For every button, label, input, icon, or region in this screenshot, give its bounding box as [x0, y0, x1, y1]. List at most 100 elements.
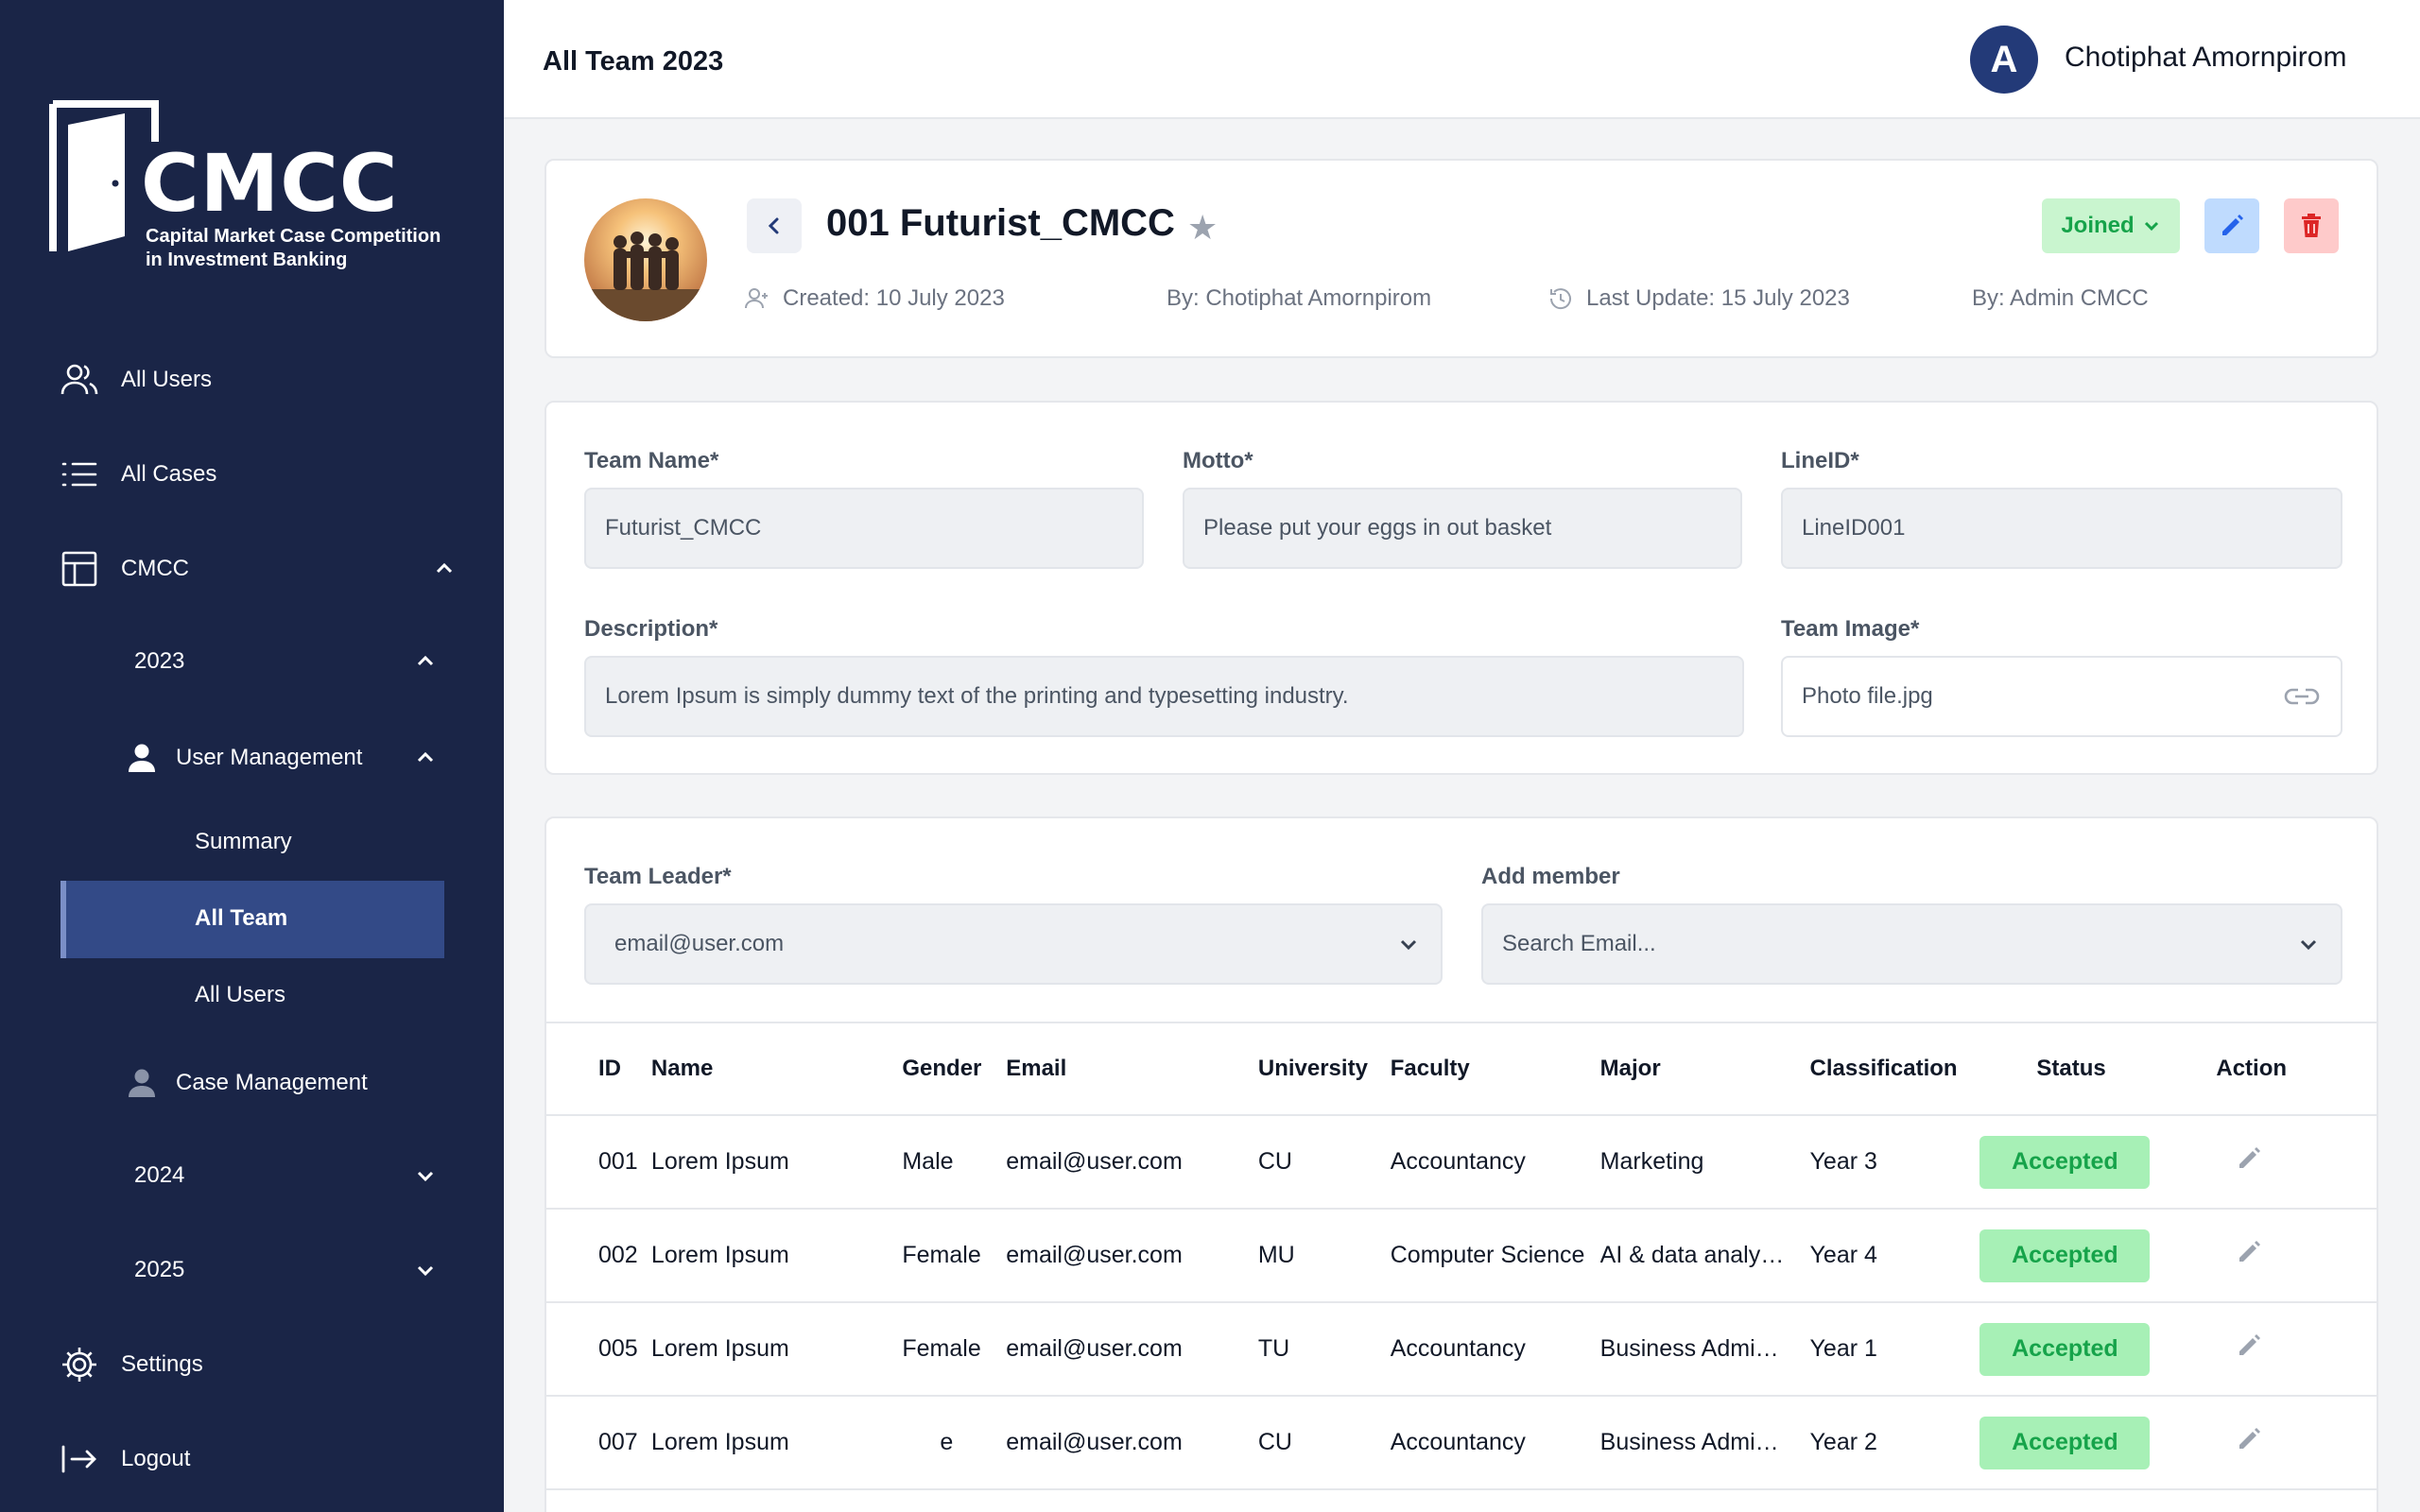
- joined-status-dropdown[interactable]: Joined: [2042, 198, 2180, 253]
- col-header-action: Action: [2159, 1022, 2377, 1115]
- cell-major: Marketing: [1600, 1115, 1810, 1209]
- add-member-placeholder: Search Email...: [1502, 931, 1656, 957]
- delete-button[interactable]: [2284, 198, 2339, 253]
- cell-status: Accepted: [1979, 1209, 2159, 1302]
- cell-university: CU: [1258, 1396, 1391, 1489]
- sidebar-item-all-users[interactable]: All Users: [59, 359, 212, 401]
- table-row: 001 Lorem Ipsum Male email@user.com CU A…: [546, 1115, 2377, 1209]
- cmcc-logo: CMCC Capital Market Case Competition in …: [49, 100, 465, 280]
- cell-major-text: Marketing: [1600, 1148, 1704, 1176]
- sidebar-item-label: Settings: [121, 1351, 203, 1378]
- cell-action: [2159, 1115, 2377, 1209]
- team-image-value: Photo file.jpg: [1802, 683, 1933, 710]
- team-photo: [584, 198, 707, 321]
- team-image-label: Team Image*: [1781, 616, 1919, 643]
- trash-icon: [2299, 213, 2324, 239]
- last-update-date: Last Update: 15 July 2023: [1586, 285, 1850, 312]
- sidebar-item-user-management[interactable]: User Management: [121, 737, 437, 779]
- motto-field[interactable]: Please put your eggs in out basket: [1183, 488, 1742, 569]
- status-badge: Accepted: [1979, 1136, 2150, 1189]
- cell-name: Lorem Ipsum: [651, 1396, 902, 1489]
- description-label: Description*: [584, 616, 717, 643]
- sidebar-item-2024[interactable]: 2024: [134, 1162, 437, 1189]
- edit-button[interactable]: [2204, 198, 2259, 253]
- cell-email: email@user.com: [1006, 1396, 1258, 1489]
- chevron-up-icon: [433, 558, 456, 580]
- members-card: Team Leader* email@user.com Add member S…: [544, 816, 2378, 1512]
- sidebar-item-logout[interactable]: Logout: [59, 1438, 190, 1480]
- updated-by: By: Admin CMCC: [1972, 285, 2149, 312]
- cell-status: Accepted: [1979, 1396, 2159, 1489]
- team-leader-label: Team Leader*: [584, 864, 732, 890]
- cell-major-text: AI & data analytics: [1600, 1242, 1788, 1269]
- logo-subtitle-line2: in Investment Banking: [146, 249, 441, 272]
- sidebar-item-label: Case Management: [176, 1070, 368, 1096]
- sidebar-item-all-users-sub[interactable]: All Users: [195, 982, 285, 1008]
- col-header-id: ID: [546, 1022, 651, 1115]
- sidebar-item-all-cases[interactable]: All Cases: [59, 454, 216, 495]
- cell-action: [2159, 1302, 2377, 1396]
- cell-id: 001: [546, 1115, 651, 1209]
- gear-icon: [59, 1344, 100, 1385]
- star-icon[interactable]: ★: [1187, 208, 1218, 248]
- created-by: By: Chotiphat Amornpirom: [1167, 285, 1431, 312]
- team-image-field[interactable]: Photo file.jpg: [1781, 656, 2342, 737]
- table-header-row: ID Name Gender Email University Faculty …: [546, 1022, 2377, 1115]
- sidebar-item-summary[interactable]: Summary: [195, 829, 292, 855]
- link-icon[interactable]: [2284, 686, 2320, 707]
- table-row: 005 Lorem Ipsum Female email@user.com TU…: [546, 1302, 2377, 1396]
- cell-gender: e: [902, 1396, 1006, 1489]
- logout-icon: [59, 1438, 100, 1480]
- motto-value: Please put your eggs in out basket: [1203, 515, 1551, 541]
- pencil-icon[interactable]: [2235, 1238, 2263, 1266]
- sidebar-item-cmcc[interactable]: CMCC: [59, 548, 437, 590]
- pencil-icon[interactable]: [2235, 1425, 2263, 1453]
- cell-faculty: Accountancy: [1391, 1396, 1600, 1489]
- col-header-university: University: [1258, 1022, 1391, 1115]
- cell-gender: Female: [902, 1209, 1006, 1302]
- chevron-up-icon: [414, 650, 437, 673]
- sidebar-item-2023[interactable]: 2023: [134, 648, 437, 675]
- col-header-gender: Gender: [902, 1022, 1006, 1115]
- cell-major: Business Administration: [1600, 1302, 1810, 1396]
- cell-status: Accepted: [1979, 1302, 2159, 1396]
- pencil-icon[interactable]: [2235, 1144, 2263, 1173]
- layout-icon: [59, 548, 100, 590]
- created-meta: Created: 10 July 2023: [745, 285, 1005, 312]
- cell-action: [2159, 1396, 2377, 1489]
- cell-email: email@user.com: [1006, 1209, 1258, 1302]
- last-update-meta: Last Update: 15 July 2023: [1548, 285, 1850, 312]
- add-member-label: Add member: [1481, 864, 1620, 890]
- sidebar-item-2025[interactable]: 2025: [134, 1257, 437, 1283]
- cell-classification: Year 4: [1810, 1209, 1980, 1302]
- cell-id: 007: [546, 1396, 651, 1489]
- person-icon: [121, 1062, 163, 1104]
- chevron-down-icon: [414, 1259, 437, 1281]
- sidebar-item-label: 2024: [134, 1162, 184, 1189]
- add-member-select[interactable]: Search Email...: [1481, 903, 2342, 985]
- col-header-classification: Classification: [1810, 1022, 1980, 1115]
- sidebar-item-all-team-label-wrap[interactable]: All Team: [195, 905, 287, 932]
- avatar[interactable]: A: [1970, 26, 2038, 94]
- team-name-field[interactable]: Futurist_CMCC: [584, 488, 1144, 569]
- team-title: 001 Futurist_CMCC: [826, 202, 1175, 245]
- logo-subtitle: Capital Market Case Competition in Inves…: [146, 225, 441, 272]
- sidebar-item-case-management[interactable]: Case Management: [121, 1062, 368, 1104]
- description-field[interactable]: Lorem Ipsum is simply dummy text of the …: [584, 656, 1744, 737]
- sidebar-item-settings[interactable]: Settings: [59, 1344, 203, 1385]
- sidebar-item-label: 2025: [134, 1257, 184, 1283]
- motto-label: Motto*: [1183, 448, 1253, 474]
- table-row: 002 Lorem Ipsum Female email@user.com MU…: [546, 1209, 2377, 1302]
- cell-classification: Year 1: [1810, 1302, 1980, 1396]
- cell-action: [2159, 1209, 2377, 1302]
- status-badge: Accepted: [1979, 1229, 2150, 1282]
- user-name[interactable]: Chotiphat Amornpirom: [2065, 42, 2346, 74]
- sidebar-item-label: All Cases: [121, 461, 216, 488]
- pencil-icon[interactable]: [2235, 1332, 2263, 1360]
- team-leader-select[interactable]: email@user.com: [584, 903, 1443, 985]
- back-button[interactable]: [747, 198, 802, 253]
- lineid-field[interactable]: LineID001: [1781, 488, 2342, 569]
- team-name-label: Team Name*: [584, 448, 718, 474]
- logo-subtitle-line1: Capital Market Case Competition: [146, 225, 441, 249]
- logo-wordmark: CMCC: [141, 144, 399, 223]
